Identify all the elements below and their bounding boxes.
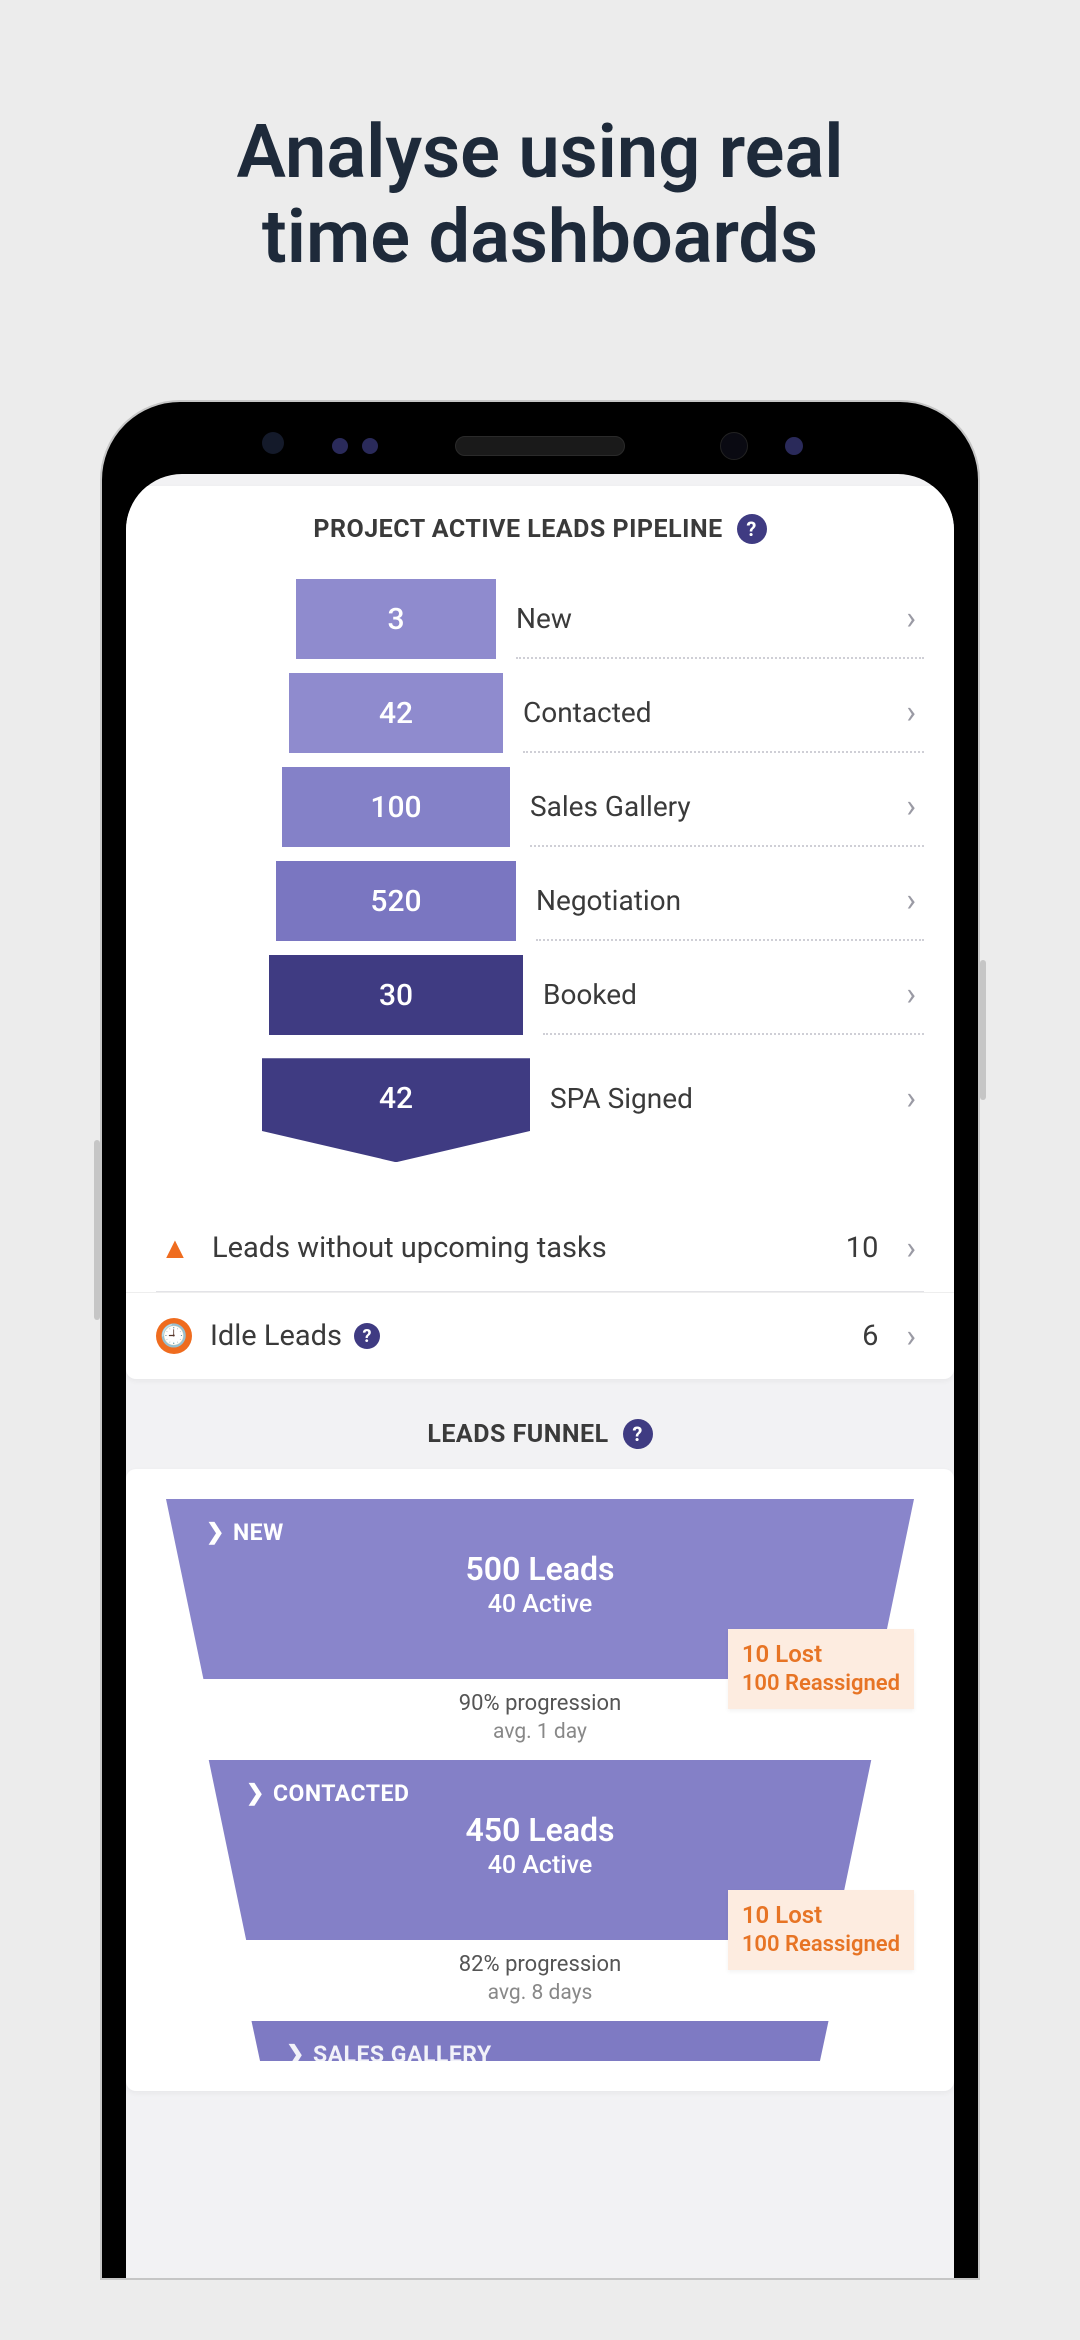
pipeline-stage-new[interactable]: 3 New ›: [156, 578, 924, 660]
funnel-leads-count: 450 Leads: [166, 1811, 914, 1849]
chevron-right-icon: ❯: [246, 1781, 265, 1806]
funnel-title-row: LEADS FUNNEL ?: [126, 1419, 954, 1469]
marketing-headline: Analyse using real time dashboards: [0, 0, 1080, 280]
progression-avg: avg. 1 day: [166, 1720, 914, 1744]
phone-screen: PROJECT ACTIVE LEADS PIPELINE ? 3 New ›: [126, 474, 954, 2278]
stage-label: Negotiation: [536, 884, 906, 917]
chevron-right-icon: ›: [906, 787, 924, 825]
stage-count: 30: [379, 978, 413, 1013]
stage-count: 42: [379, 1081, 413, 1116]
stage-label: SPA Signed: [550, 1082, 906, 1115]
lost-count: 10 Lost: [742, 1639, 900, 1670]
pipeline-stage-booked[interactable]: 30 Booked ›: [156, 954, 924, 1036]
stage-label: Sales Gallery: [530, 790, 906, 823]
funnel-active-count: 40 Active: [166, 1851, 914, 1880]
pipeline-title: PROJECT ACTIVE LEADS PIPELINE: [313, 515, 722, 544]
help-icon[interactable]: ?: [354, 1323, 380, 1349]
phone-side-button-right: [980, 960, 986, 1100]
pipeline-title-row: PROJECT ACTIVE LEADS PIPELINE ?: [126, 506, 954, 568]
reassigned-count: 100 Reassigned: [742, 1931, 900, 1960]
help-icon[interactable]: ?: [623, 1419, 653, 1449]
headline-line1: Analyse using real: [237, 109, 844, 196]
warning-triangle-icon: ▲: [156, 1229, 194, 1267]
stage-count: 100: [370, 790, 421, 825]
stage-label: New: [516, 602, 906, 635]
funnel-stage-name: NEW: [233, 1519, 284, 1546]
stage-count: 520: [370, 884, 421, 919]
chevron-right-icon: ›: [906, 693, 924, 731]
funnel-stage-new[interactable]: ❯ NEW 500 Leads 40 Active 10 Lost 100 Re…: [166, 1499, 914, 1760]
funnel-stage-name: CONTACTED: [273, 1780, 409, 1807]
funnel-title: LEADS FUNNEL: [427, 1420, 608, 1449]
alert-idle-leads[interactable]: 🕘 Idle Leads ? 6 ›: [126, 1292, 954, 1379]
stage-label: Contacted: [523, 696, 906, 729]
funnel-active-count: 40 Active: [166, 1590, 914, 1619]
chevron-right-icon: ❯: [206, 1520, 225, 1545]
chevron-right-icon: ›: [906, 1317, 924, 1355]
funnel-leads-count: 500 Leads: [166, 1550, 914, 1588]
pipeline-stage-spa-signed[interactable]: 42 SPA Signed ›: [156, 1048, 924, 1148]
alert-count: 6: [862, 1319, 878, 1353]
alert-leads-without-tasks[interactable]: ▲ Leads without upcoming tasks 10 ›: [126, 1204, 954, 1291]
phone-frame: PROJECT ACTIVE LEADS PIPELINE ? 3 New ›: [100, 400, 980, 2280]
stage-count: 3: [387, 602, 404, 637]
funnel-card: ❯ NEW 500 Leads 40 Active 10 Lost 100 Re…: [126, 1469, 954, 2091]
alert-label: Leads without upcoming tasks: [212, 1231, 607, 1265]
phone-mockup: PROJECT ACTIVE LEADS PIPELINE ? 3 New ›: [100, 400, 980, 2280]
alert-label: Idle Leads: [210, 1319, 342, 1353]
funnel-stage-sales-gallery[interactable]: ❯ SALES GALLERY: [166, 2021, 914, 2061]
stage-label: Booked: [543, 978, 906, 1011]
lost-badge[interactable]: 10 Lost 100 Reassigned: [728, 1629, 914, 1709]
reassigned-count: 100 Reassigned: [742, 1670, 900, 1699]
alert-count: 10: [846, 1231, 879, 1265]
pipeline-list: 3 New › 42 Contacted ›: [126, 568, 954, 1164]
pipeline-card: PROJECT ACTIVE LEADS PIPELINE ? 3 New ›: [126, 486, 954, 1379]
chevron-right-icon: ›: [906, 881, 924, 919]
chevron-right-icon: ›: [906, 1229, 924, 1267]
pipeline-stage-sales-gallery[interactable]: 100 Sales Gallery ›: [156, 766, 924, 848]
pipeline-stage-contacted[interactable]: 42 Contacted ›: [156, 672, 924, 754]
funnel-stage-contacted[interactable]: ❯ CONTACTED 450 Leads 40 Active 10 Lost …: [166, 1760, 914, 2021]
lost-badge[interactable]: 10 Lost 100 Reassigned: [728, 1890, 914, 1970]
chevron-right-icon: ›: [906, 599, 924, 637]
progression-avg: avg. 8 days: [166, 1981, 914, 2005]
clock-icon: 🕘: [156, 1318, 192, 1354]
help-icon[interactable]: ?: [737, 514, 767, 544]
chevron-right-icon: ›: [906, 975, 924, 1013]
chevron-right-icon: ❯: [286, 2042, 305, 2067]
headline-line2: time dashboards: [262, 194, 818, 281]
chevron-right-icon: ›: [906, 1079, 924, 1117]
stage-count: 42: [379, 696, 413, 731]
pipeline-stage-negotiation[interactable]: 520 Negotiation ›: [156, 860, 924, 942]
lost-count: 10 Lost: [742, 1900, 900, 1931]
funnel-stage-name: SALES GALLERY: [313, 2041, 492, 2068]
